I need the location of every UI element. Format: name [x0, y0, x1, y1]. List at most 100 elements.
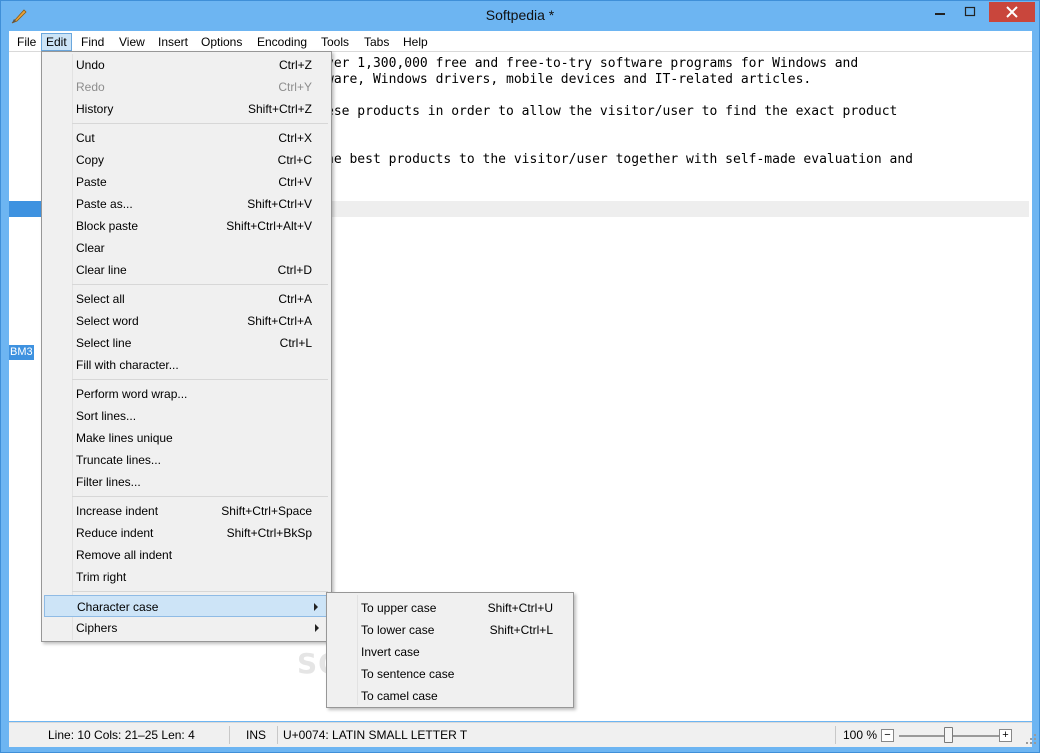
menu-edit[interactable]: Edit [41, 33, 72, 51]
menu-help[interactable]: Help [399, 33, 432, 51]
menu-item-shortcut: Ctrl+Y [278, 80, 312, 94]
menu-separator [72, 591, 328, 592]
menu-view[interactable]: View [115, 33, 149, 51]
menu-item-shortcut: Shift+Ctrl+Z [247, 102, 312, 116]
menu-item-truncate-lines[interactable]: Truncate lines... [44, 449, 329, 471]
menu-item-make-lines-unique[interactable]: Make lines unique [44, 427, 329, 449]
menu-item-label: History [76, 102, 114, 116]
menu-item-select-word[interactable]: Select word Shift+Ctrl+A [44, 310, 329, 332]
menu-item-label: Ciphers [76, 621, 118, 635]
menu-item-shortcut: Ctrl+D [277, 263, 312, 277]
minimize-button[interactable] [926, 2, 954, 22]
bookmark-label[interactable]: BM3 [9, 345, 34, 360]
menu-tabs[interactable]: Tabs [360, 33, 393, 51]
zoom-in-button[interactable]: + [999, 729, 1012, 742]
menu-item-label: Increase indent [76, 504, 159, 518]
submenu-item-invert-case[interactable]: Invert case [329, 639, 571, 661]
menu-item-shortcut: Shift+Ctrl+V [247, 197, 312, 211]
menu-item-shortcut: Shift+Ctrl+Space [221, 504, 312, 518]
submenu-item-to-camel-case[interactable]: To camel case [329, 683, 571, 705]
menu-item-shortcut: Ctrl+Z [279, 58, 312, 72]
menu-separator [72, 284, 328, 285]
menu-item-label: Sort lines... [76, 409, 137, 423]
close-button[interactable] [989, 2, 1035, 22]
menu-item-label: Perform word wrap... [76, 387, 188, 401]
menu-item-label: Paste as... [76, 197, 133, 211]
maximize-button[interactable] [956, 2, 984, 22]
menu-item-redo[interactable]: Redo Ctrl+Y [44, 76, 329, 98]
menu-tools[interactable]: Tools [317, 33, 353, 51]
submenu-item-label: To lower case [361, 623, 435, 637]
menu-item-perform-word-wrap[interactable]: Perform word wrap... [44, 383, 329, 405]
menu-insert[interactable]: Insert [154, 33, 192, 51]
menu-item-fill-with-character[interactable]: Fill with character... [44, 354, 329, 376]
menu-item-character-case[interactable]: Character case [44, 595, 329, 617]
menu-item-block-paste[interactable]: Block paste Shift+Ctrl+Alt+V [44, 215, 329, 237]
menu-encoding[interactable]: Encoding [253, 33, 311, 51]
menu-item-label: Make lines unique [76, 431, 173, 445]
status-bar: Line: 10 Cols: 21–25 Len: 4 INS U+0074: … [9, 722, 1036, 747]
zoom-slider-thumb[interactable] [944, 727, 953, 743]
menu-item-copy[interactable]: Copy Ctrl+C [44, 149, 329, 171]
menu-item-label: Character case [77, 600, 159, 614]
menu-separator [72, 496, 328, 497]
menu-item-filter-lines[interactable]: Filter lines... [44, 471, 329, 493]
submenu-arrow-icon [314, 603, 318, 611]
menu-item-reduce-indent[interactable]: Reduce indent Shift+Ctrl+BkSp [44, 522, 329, 544]
menu-options[interactable]: Options [197, 33, 246, 51]
submenu-item-to-lower-case[interactable]: To lower case Shift+Ctrl+L [329, 617, 571, 639]
menu-item-label: Cut [76, 131, 95, 145]
title-bar[interactable]: Softpedia * [1, 1, 1039, 31]
status-separator [835, 726, 836, 744]
menu-item-label: Select all [76, 292, 125, 306]
menu-item-select-line[interactable]: Select line Ctrl+L [44, 332, 329, 354]
menu-item-sort-lines[interactable]: Sort lines... [44, 405, 329, 427]
submenu-item-to-upper-case[interactable]: To upper case Shift+Ctrl+U [329, 595, 571, 617]
resize-grip-icon[interactable] [1025, 733, 1037, 745]
menu-separator [72, 379, 328, 380]
menu-item-cut[interactable]: Cut Ctrl+X [44, 127, 329, 149]
menu-item-paste[interactable]: Paste Ctrl+V [44, 171, 329, 193]
submenu-item-to-sentence-case[interactable]: To sentence case [329, 661, 571, 683]
menu-item-shortcut: Ctrl+V [278, 175, 312, 189]
zoom-out-button[interactable]: − [881, 729, 894, 742]
menu-item-select-all[interactable]: Select all Ctrl+A [44, 288, 329, 310]
menu-item-label: Fill with character... [76, 358, 179, 372]
menu-item-shortcut: Ctrl+X [278, 131, 312, 145]
menu-item-label: Paste [76, 175, 107, 189]
menu-item-label: Truncate lines... [76, 453, 161, 467]
status-separator [229, 726, 230, 744]
edit-menu-dropdown: Undo Ctrl+Z Redo Ctrl+Y History Shift+Ctrl+Z C… [41, 51, 332, 642]
menu-item-trim-right[interactable]: Trim right [44, 566, 329, 588]
zoom-level: 100 % [843, 728, 878, 742]
editor-line[interactable]: ware, Windows drivers, mobile devices an… [326, 72, 811, 87]
menu-item-shortcut: Ctrl+A [278, 292, 312, 306]
editor-line[interactable]: ese products in order to allow the visit… [326, 104, 897, 119]
status-separator [277, 726, 278, 744]
menu-item-ciphers[interactable]: Ciphers [44, 617, 329, 639]
menu-item-label: Clear [76, 241, 105, 255]
menu-item-shortcut: Shift+Ctrl+Alt+V [226, 219, 312, 233]
menu-file[interactable]: File [13, 33, 40, 51]
menu-item-paste-as[interactable]: Paste as... Shift+Ctrl+V [44, 193, 329, 215]
insert-mode[interactable]: INS [246, 728, 266, 742]
submenu-item-shortcut: Shift+Ctrl+U [487, 601, 553, 615]
submenu-item-label: Invert case [361, 645, 420, 659]
menu-item-undo[interactable]: Undo Ctrl+Z [44, 54, 329, 76]
cursor-position: Line: 10 Cols: 21–25 Len: 4 [48, 728, 195, 742]
menu-item-increase-indent[interactable]: Increase indent Shift+Ctrl+Space [44, 500, 329, 522]
editor-line[interactable]: ver 1,300,000 free and free-to-try softw… [326, 56, 858, 71]
submenu-item-label: To upper case [361, 601, 437, 615]
character-case-submenu: To upper case Shift+Ctrl+U To lower case Sh… [326, 592, 574, 708]
menu-find[interactable]: Find [77, 33, 108, 51]
menu-item-clear[interactable]: Clear [44, 237, 329, 259]
menu-item-clear-line[interactable]: Clear line Ctrl+D [44, 259, 329, 281]
menu-item-label: Clear line [76, 263, 127, 277]
editor-line[interactable]: he best products to the visitor/user tog… [326, 152, 913, 167]
menu-item-remove-all-indent[interactable]: Remove all indent [44, 544, 329, 566]
menu-item-label: Undo [76, 58, 105, 72]
menu-bar: File Edit Find View Insert Options Encod… [9, 31, 1032, 51]
window-title: Softpedia * [485, 7, 555, 23]
menu-item-label: Copy [76, 153, 105, 167]
menu-item-history[interactable]: History Shift+Ctrl+Z [44, 98, 329, 120]
